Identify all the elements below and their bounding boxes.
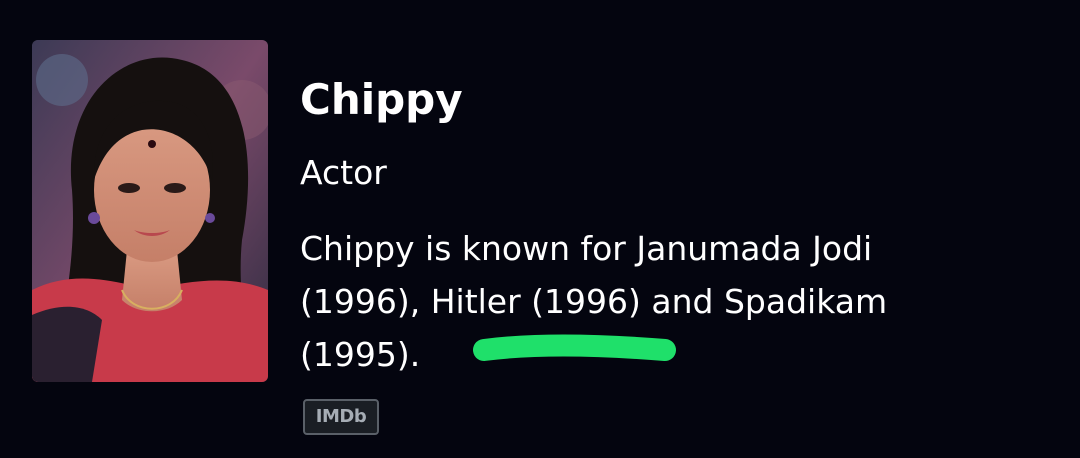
bio-line: Chippy is known for Janumada Jodi [300, 229, 873, 268]
bio-line: (1996), Hitler (1996) and Spadikam [300, 282, 888, 321]
portrait-image [32, 40, 268, 382]
profile-photo[interactable] [32, 40, 268, 382]
marker-highlight-stroke [473, 334, 676, 361]
person-role: Actor [300, 153, 387, 192]
person-name: Chippy [300, 75, 463, 124]
imdb-logo-badge[interactable]: IMDb [303, 399, 379, 435]
person-card: Chippy Actor Chippy is known for Janumad… [0, 0, 1080, 458]
